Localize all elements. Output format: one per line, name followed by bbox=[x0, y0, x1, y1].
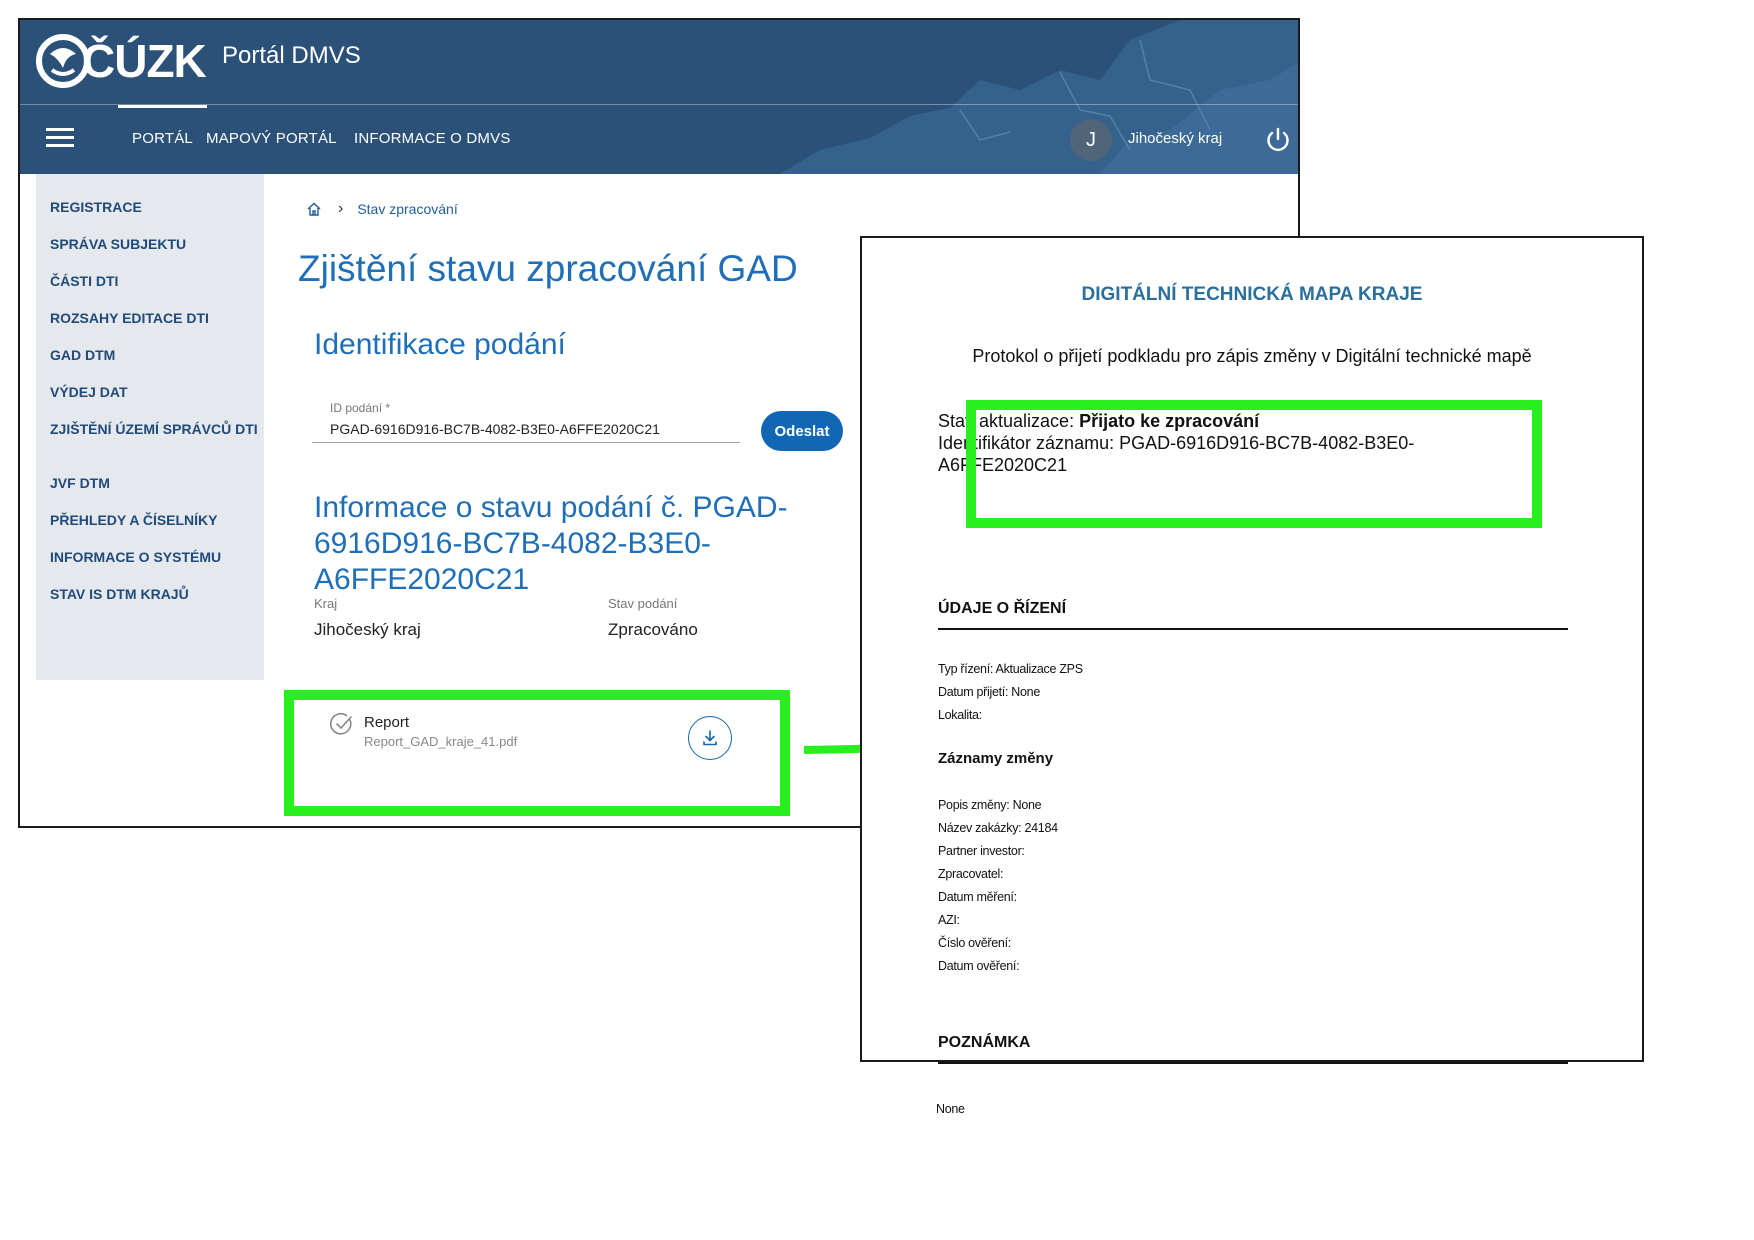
section-udaje-o-rizeni: ÚDAJE O ŘÍZENÍ bbox=[938, 600, 1067, 617]
report-highlight-frame bbox=[284, 690, 790, 816]
sidebar-item-stav-is-dtm[interactable]: STAV IS DTM KRAJŮ bbox=[50, 585, 260, 603]
doc-line: Typ řízení: Aktualizace ZPS bbox=[938, 662, 1083, 676]
cuzk-logo[interactable]: ČÚZK bbox=[36, 34, 207, 88]
sidebar-item-gad-dtm[interactable]: GAD DTM bbox=[50, 346, 260, 364]
sidebar-item-vydej-dat[interactable]: VÝDEJ DAT bbox=[50, 383, 260, 401]
chevron-right-icon: › bbox=[338, 200, 344, 217]
user-name[interactable]: Jihočeský kraj bbox=[1128, 130, 1222, 147]
doc-line: Zpracovatel: bbox=[938, 867, 1004, 881]
app-header: ČÚZK Portál DMVS PORTÁL MAPOVÝ PORTÁL IN… bbox=[20, 20, 1298, 174]
kraj-value: Jihočeský kraj bbox=[314, 620, 421, 639]
header-divider bbox=[20, 104, 1298, 105]
nav-mapovy-portal[interactable]: MAPOVÝ PORTÁL bbox=[206, 130, 337, 147]
sidebar-item-prehledy[interactable]: PŘEHLEDY A ČÍSELNÍKY bbox=[50, 511, 260, 529]
section-divider bbox=[938, 1062, 1568, 1064]
sidebar-item-registrace[interactable]: REGISTRACE bbox=[50, 198, 260, 216]
stav-podani-label: Stav podání bbox=[608, 596, 678, 611]
doc-line: Partner investor: bbox=[938, 844, 1025, 858]
nav-informace-o-dmvs[interactable]: INFORMACE O DMVS bbox=[354, 130, 511, 147]
section-zaznamy-zmeny: Záznamy změny bbox=[938, 750, 1054, 767]
doc-line: Popis změny: None bbox=[938, 798, 1042, 812]
sidebar-item-rozsahy-editace[interactable]: ROZSAHY EDITACE DTI bbox=[50, 309, 260, 327]
sidebar-item-sprava-subjektu[interactable]: SPRÁVA SUBJEKTU bbox=[50, 235, 260, 253]
doc-line: AZI: bbox=[938, 913, 960, 927]
app-title: Portál DMVS bbox=[222, 42, 361, 69]
user-avatar[interactable]: J bbox=[1070, 119, 1112, 161]
doc-line: Datum měření: bbox=[938, 890, 1017, 904]
document-subtitle: Protokol o přijetí podkladu pro zápis zm… bbox=[972, 346, 1532, 366]
doc-line: Datum ověření: bbox=[938, 959, 1020, 973]
doc-line: Datum přijetí: None bbox=[938, 685, 1040, 699]
document-title: DIGITÁLNÍ TECHNICKÁ MAPA KRAJE bbox=[1081, 284, 1423, 305]
poznamka-value: None bbox=[936, 1102, 965, 1116]
section-divider bbox=[938, 628, 1568, 630]
sidebar-item-informace-o-systemu[interactable]: INFORMACE O SYSTÉMU bbox=[50, 548, 260, 566]
hamburger-menu-icon[interactable] bbox=[46, 128, 74, 150]
sidebar-item-casti-dti[interactable]: ČÁSTI DTI bbox=[50, 272, 260, 290]
status-highlight-frame bbox=[966, 400, 1542, 528]
breadcrumb-current[interactable]: Stav zpracování bbox=[357, 201, 457, 217]
page-title: Zjištění stavu zpracování GAD bbox=[298, 248, 798, 289]
kraj-label: Kraj bbox=[314, 596, 338, 611]
doc-line: Lokalita: bbox=[938, 708, 982, 722]
home-icon[interactable] bbox=[306, 201, 322, 217]
section-poznamka: POZNÁMKA bbox=[938, 1034, 1031, 1051]
power-icon[interactable] bbox=[1264, 126, 1292, 154]
logo-text: ČÚZK bbox=[82, 35, 207, 87]
top-nav: PORTÁL MAPOVÝ PORTÁL INFORMACE O DMVS J … bbox=[20, 105, 1298, 174]
sidebar: REGISTRACE SPRÁVA SUBJEKTU ČÁSTI DTI ROZ… bbox=[36, 174, 264, 680]
sidebar-item-jvf-dtm[interactable]: JVF DTM bbox=[50, 474, 260, 492]
doc-line: Číslo ověření: bbox=[938, 936, 1011, 950]
id-podani-input[interactable] bbox=[312, 415, 740, 443]
sidebar-item-zjisteni-uzemi[interactable]: ZJIŠTĚNÍ ÚZEMÍ SPRÁVCŮ DTI bbox=[50, 420, 260, 438]
protocol-document: DIGITÁLNÍ TECHNICKÁ MAPA KRAJE Protokol … bbox=[860, 236, 1644, 1064]
doc-line: Název zakázky: 24184 bbox=[938, 821, 1058, 835]
breadcrumb: › Stav zpracování bbox=[306, 200, 458, 218]
section-title-informace: Informace o stavu podání č. PGAD-6916D91… bbox=[314, 491, 788, 596]
id-field-label: ID podání * bbox=[330, 401, 391, 415]
send-button[interactable]: Odeslat bbox=[761, 411, 843, 451]
section-title-identifikace: Identifikace podání bbox=[314, 328, 566, 361]
nav-portal[interactable]: PORTÁL bbox=[118, 105, 207, 147]
stav-podani-value: Zpracováno bbox=[608, 620, 698, 639]
